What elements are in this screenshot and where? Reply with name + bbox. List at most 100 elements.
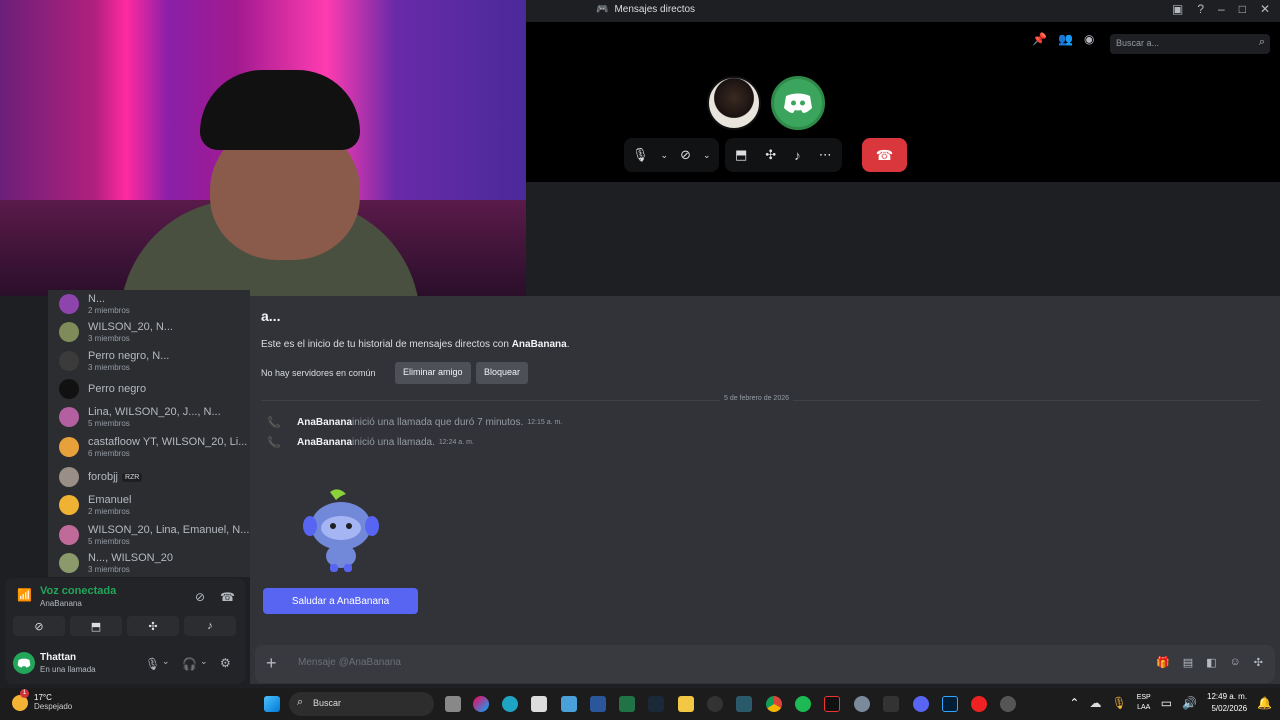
soundboard-icon[interactable]: ♪ [794,148,801,163]
settings-icon[interactable] [854,696,870,712]
lang-line-1: ESP [1136,694,1151,701]
screen-share-icon: ⬒ [90,620,102,633]
self-avatar[interactable] [771,76,825,130]
media-player-icon[interactable] [1000,696,1016,712]
add-friend-icon[interactable]: 👥 [1058,32,1073,46]
composer-placeholder[interactable]: Mensaje @AnaBanana [298,657,401,668]
settings-gear-icon[interactable]: ⚙ [220,656,231,670]
composer-tools: 🎁 ▤ ◧ ☺ ✣ [1156,656,1263,669]
remote-desktop-icon[interactable] [561,696,577,712]
profile-icon[interactable]: ◉ [1084,32,1094,46]
notifications-icon[interactable]: 🔔 [1257,696,1272,710]
dm-text: N..., WILSON_20 3 miembros [88,552,173,574]
apps-icon[interactable]: ✣ [1254,656,1263,669]
remove-friend-button[interactable]: Eliminar amigo [395,362,471,384]
soundboard-button[interactable]: ♪ [184,616,236,636]
dm-list-item[interactable]: castafloow YT, WILSON_20, Li... 6 miembro… [48,433,250,461]
dm-list-item[interactable]: Lina, WILSON_20, J..., N... 5 miembros [48,403,250,431]
voice-signal-icon: 📶 [17,588,32,602]
call-log-user[interactable]: AnaBanana [297,417,352,428]
word-icon[interactable] [590,696,606,712]
chrome-icon[interactable] [766,696,782,712]
chevron-down-icon[interactable]: ⌄ [200,656,208,667]
epic-games-icon[interactable] [883,696,899,712]
tiktok-icon[interactable] [824,696,840,712]
dm-list-item[interactable]: WILSON_20, N... 3 miembros [48,318,250,346]
obs-icon[interactable] [707,696,723,712]
noise-suppression-icon[interactable]: ⊘ [195,590,205,604]
clock[interactable]: 12:49 a. m. 5/02/2026 [1207,691,1247,715]
tray-chevron-icon[interactable]: ⌃ [1069,696,1079,710]
microphone-icon[interactable]: 🎙 [632,147,649,163]
chevron-down-icon[interactable]: ⌄ [703,150,711,161]
emoji-icon[interactable]: ☺ [1230,656,1241,669]
chat-intro-suffix: . [566,339,570,350]
wave-button[interactable]: Saludar a AnaBanana [263,588,418,614]
dm-name: Emanuel [88,494,131,506]
dm-list-item[interactable]: N... 2 miembros [48,290,250,318]
more-icon[interactable]: ⋯ [819,147,832,163]
chevron-down-icon[interactable]: ⌄ [162,656,170,667]
guild-tag-badge: RZR [121,472,143,482]
network-icon[interactable]: ▭ [1161,696,1172,710]
inbox-icon[interactable]: ▣ [1172,2,1183,16]
app-icon[interactable] [736,696,752,712]
sticker-icon[interactable]: ◧ [1206,656,1216,669]
discord-icon[interactable] [913,696,929,712]
dm-list-item[interactable]: forobjj RZR [48,463,250,491]
start-icon[interactable] [264,696,280,712]
activities-button[interactable]: ✣ [127,616,179,636]
camera-off-icon[interactable]: ⊘ [680,147,691,163]
user-avatar[interactable] [13,652,35,674]
screen-share-icon[interactable]: ⬒ [735,147,747,163]
pin-icon[interactable]: 📌 [1032,32,1047,46]
photoshop-icon[interactable] [942,696,958,712]
input-language[interactable]: ESP LAA [1137,693,1151,713]
voice-channel[interactable]: AnaBanana [40,599,82,608]
volume-icon[interactable]: 🔊 [1182,696,1197,710]
close-button[interactable]: ✕ [1260,2,1270,16]
microphone-icon[interactable]: 🎙 [1111,696,1126,710]
dm-icon: 🎮 [596,4,609,15]
copilot-icon[interactable] [473,696,489,712]
gif-icon[interactable]: ▤ [1183,656,1193,669]
microphone-icon[interactable]: 🎙 [145,657,160,671]
dm-list-item[interactable]: Emanuel 2 miembros [48,491,250,519]
voice-status: Voz conectada [40,585,117,597]
dm-list-item[interactable]: N..., WILSON_20 3 miembros [48,549,250,577]
add-attachment-icon[interactable]: + [266,653,277,674]
file-explorer-icon[interactable] [678,696,694,712]
screen-share-button[interactable]: ⬒ [70,616,122,636]
spotify-icon[interactable] [795,696,811,712]
disconnect-icon[interactable]: ☎ [220,590,235,604]
taskbar-search[interactable]: ⌕ Buscar [289,692,434,716]
maximize-button[interactable]: □ [1239,2,1246,16]
search-input[interactable]: Buscar a... ⌕ [1110,34,1270,54]
weather-widget[interactable]: 17°C Despejado [12,689,72,711]
dm-list-item[interactable]: WILSON_20, Lina, Emanuel, N... 5 miembros [48,521,250,549]
dm-name: Perro negro, N... [88,350,169,362]
camera-button[interactable]: ⊘ [13,616,65,636]
task-view-icon[interactable] [445,696,461,712]
minimize-button[interactable]: – [1218,2,1225,16]
dm-list-item[interactable]: Perro negro, N... 3 miembros [48,347,250,375]
cloud-icon[interactable]: ☁ [1089,696,1101,710]
call-log-user[interactable]: AnaBanana [297,437,352,448]
gift-icon[interactable]: 🎁 [1156,656,1170,669]
chevron-down-icon[interactable]: ⌄ [661,150,669,161]
steam-icon[interactable] [648,696,664,712]
excel-icon[interactable] [619,696,635,712]
peer-avatar[interactable] [707,76,761,130]
store-icon[interactable] [531,696,547,712]
activity-controls: ⬒ ✣ ♪ ⋯ [725,138,842,172]
activities-icon[interactable]: ✣ [765,147,776,163]
message-composer[interactable]: + Mensaje @AnaBanana 🎁 ▤ ◧ ☺ ✣ [255,645,1275,683]
dm-list-item[interactable]: Perro negro [48,375,250,403]
block-button[interactable]: Bloquear [476,362,529,384]
help-icon[interactable]: ? [1197,2,1204,16]
end-call-button[interactable]: ☎ [862,138,907,172]
headphones-icon[interactable]: 🎧 [182,657,197,671]
edge-icon[interactable] [502,696,518,712]
record-icon[interactable] [971,696,987,712]
dm-name: WILSON_20, Lina, Emanuel, N... [88,524,249,536]
